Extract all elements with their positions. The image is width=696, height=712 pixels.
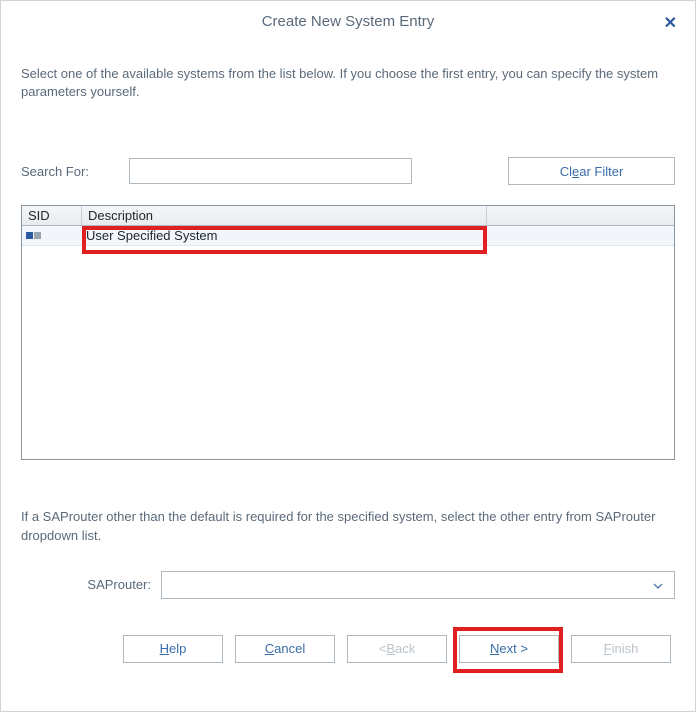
chevron-down-icon bbox=[652, 580, 664, 592]
help-button[interactable]: Help bbox=[123, 635, 223, 663]
clear-filter-button[interactable]: Clear Filter bbox=[508, 157, 675, 185]
table-body: User Specified System bbox=[22, 226, 674, 246]
button-row: Help Cancel < Back Next > Finish bbox=[21, 635, 675, 663]
search-label: Search For: bbox=[21, 164, 129, 179]
dialog-create-new-system-entry: Create New System Entry ✕ Select one of … bbox=[0, 0, 696, 712]
description-cell: User Specified System bbox=[82, 228, 674, 243]
cancel-button[interactable]: Cancel bbox=[235, 635, 335, 663]
close-icon[interactable]: ✕ bbox=[664, 13, 677, 33]
search-row: Search For: Clear Filter bbox=[21, 157, 675, 185]
title-bar: Create New System Entry ✕ bbox=[1, 1, 695, 41]
table-row[interactable]: User Specified System bbox=[22, 226, 674, 246]
instruction-text: Select one of the available systems from… bbox=[21, 65, 675, 101]
systems-table: SID Description User Specified System bbox=[21, 205, 675, 460]
system-icon bbox=[26, 232, 41, 239]
dialog-title: Create New System Entry bbox=[262, 13, 435, 30]
column-header-rest bbox=[487, 206, 674, 225]
saprouter-dropdown[interactable] bbox=[161, 571, 675, 599]
column-header-sid[interactable]: SID bbox=[22, 206, 82, 225]
back-button: < Back bbox=[347, 635, 447, 663]
saprouter-label: SAProuter: bbox=[21, 577, 161, 592]
sid-cell bbox=[22, 232, 82, 239]
column-header-description[interactable]: Description bbox=[82, 206, 487, 225]
footer-note: If a SAProuter other than the default is… bbox=[21, 508, 675, 544]
search-input[interactable] bbox=[129, 158, 412, 184]
next-button[interactable]: Next > bbox=[459, 635, 559, 663]
saprouter-row: SAProuter: bbox=[21, 571, 675, 599]
table-header: SID Description bbox=[22, 206, 674, 226]
finish-button: Finish bbox=[571, 635, 671, 663]
